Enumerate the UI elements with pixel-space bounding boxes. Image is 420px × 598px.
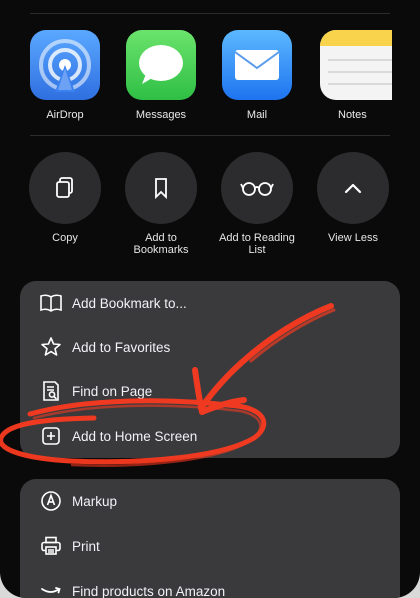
markup-icon [38, 488, 64, 514]
menu-item-label: Print [72, 538, 100, 554]
share-sheet: AirDrop Messages Mail Notes Copy Add to … [0, 0, 420, 598]
app-notes[interactable]: Notes [316, 30, 420, 121]
add-to-bookmarks-label: Add to Bookmarks [133, 232, 189, 256]
middle-divider [30, 135, 390, 136]
menu-item-label: Markup [72, 493, 118, 509]
find-page-icon [38, 378, 64, 404]
view-less-label: View Less [328, 232, 378, 244]
view-less-action[interactable]: View Less [305, 152, 401, 244]
reading-glasses-icon [221, 152, 293, 224]
menu-item-add-to-favorites[interactable]: Add to Favorites [20, 325, 400, 369]
app-label-notes: Notes [338, 109, 367, 121]
add-to-reading-list-label: Add to Reading List [219, 232, 295, 256]
menu-item-add-bookmark-to[interactable]: Add Bookmark to... [20, 281, 400, 325]
copy-icon [29, 152, 101, 224]
amazon-icon [38, 578, 64, 598]
menu-item-label: Add Bookmark to... [72, 295, 187, 311]
messages-icon [126, 30, 196, 100]
star-icon [38, 334, 64, 360]
menu-item-print[interactable]: Print [20, 524, 400, 568]
menu-item-label: Find on Page [72, 383, 153, 399]
menu-item-find-products-on-amazon[interactable]: Find products on Amazon [20, 569, 400, 598]
notes-icon [320, 30, 392, 100]
airdrop-icon [30, 30, 100, 100]
copy-label: Copy [52, 232, 78, 244]
menu-item-label: Find products on Amazon [72, 583, 226, 598]
app-mail[interactable]: Mail [220, 30, 294, 121]
menu-group-bookmarks: Add Bookmark to... Add to Favorites Find… [20, 281, 400, 458]
menu-item-find-on-page[interactable]: Find on Page [20, 369, 400, 413]
app-airdrop[interactable]: AirDrop [28, 30, 102, 121]
app-messages[interactable]: Messages [124, 30, 198, 121]
add-to-reading-list-action[interactable]: Add to Reading List [209, 152, 305, 256]
menu-item-label: Add to Favorites [72, 339, 171, 355]
plus-square-icon [38, 423, 64, 449]
app-label-mail: Mail [246, 109, 268, 121]
app-label-airdrop: AirDrop [46, 109, 84, 121]
menu-group-tools: Markup Print Find products on Amazon [20, 479, 400, 598]
app-label-messages: Messages [135, 109, 187, 121]
chevron-up-icon [317, 152, 389, 224]
menu-item-add-to-home-screen[interactable]: Add to Home Screen [20, 414, 400, 458]
add-to-bookmarks-action[interactable]: Add to Bookmarks [113, 152, 209, 256]
printer-icon [38, 533, 64, 559]
menu-item-markup[interactable]: Markup [20, 479, 400, 523]
copy-action[interactable]: Copy [17, 152, 113, 244]
book-icon [38, 290, 64, 316]
mail-icon [222, 30, 292, 100]
bookmark-icon [125, 152, 197, 224]
menu-item-label: Add to Home Screen [72, 428, 198, 444]
top-divider [30, 13, 390, 14]
